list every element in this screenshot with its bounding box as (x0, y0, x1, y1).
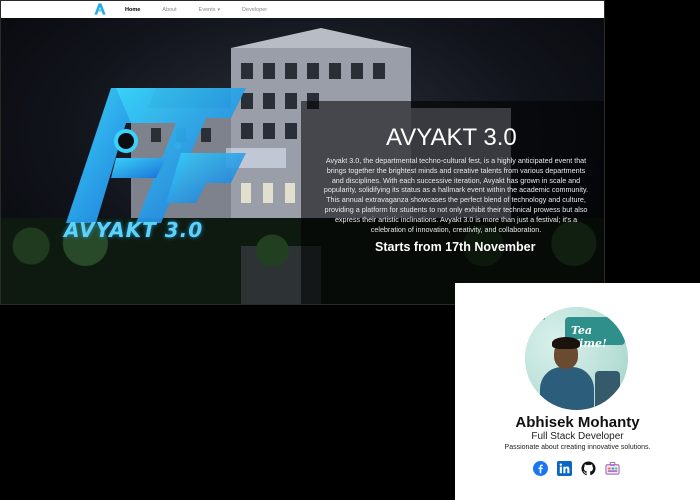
hero-section: AVYAKT 3.0 AVYAKT 3.0 Avyakt 3.0, the de… (1, 18, 604, 304)
avyakt-logo-text: AVYAKT 3.0 (64, 218, 204, 242)
avatar-chair (595, 371, 620, 410)
avatar: It's Tea Time! (525, 307, 628, 410)
facebook-icon[interactable] (533, 461, 548, 476)
avatar-person-body (540, 367, 594, 410)
nav-link-about[interactable]: About (162, 7, 176, 13)
nav-link-events[interactable]: Events ▾ (199, 7, 220, 13)
portfolio-icon[interactable] (605, 461, 620, 476)
avatar-its-text: It's (533, 313, 546, 322)
profile-tagline: Passionate about creating innovative sol… (504, 444, 651, 451)
nav-link-events-label: Events (198, 6, 216, 13)
profile-name: Abhisek Mohanty (515, 414, 640, 431)
social-links (533, 461, 620, 476)
navbar: Home About Events ▾ Developer (1, 1, 604, 18)
github-icon[interactable] (581, 461, 596, 476)
nav-link-developer[interactable]: Developer (242, 7, 267, 13)
nav-link-home[interactable]: Home (125, 7, 140, 13)
hero-title: AVYAKT 3.0 (386, 124, 517, 151)
chevron-down-icon: ▾ (217, 6, 220, 13)
developer-profile-card: It's Tea Time! Abhisek Mohanty Full Stac… (455, 283, 700, 500)
hero-start-date: Starts from 17th November (375, 240, 536, 254)
nav-links: Home About Events ▾ Developer (125, 1, 289, 18)
av-logo-icon[interactable] (93, 2, 107, 16)
screenshot-canvas: Home About Events ▾ Developer AVYAKT 3.0… (0, 0, 700, 500)
linkedin-icon[interactable] (557, 461, 572, 476)
profile-role: Full Stack Developer (531, 431, 624, 442)
website-window: Home About Events ▾ Developer AVYAKT 3.0… (0, 0, 605, 305)
hero-description: Avyakt 3.0, the departmental techno-cult… (323, 156, 589, 234)
avatar-person-hair (552, 337, 580, 349)
